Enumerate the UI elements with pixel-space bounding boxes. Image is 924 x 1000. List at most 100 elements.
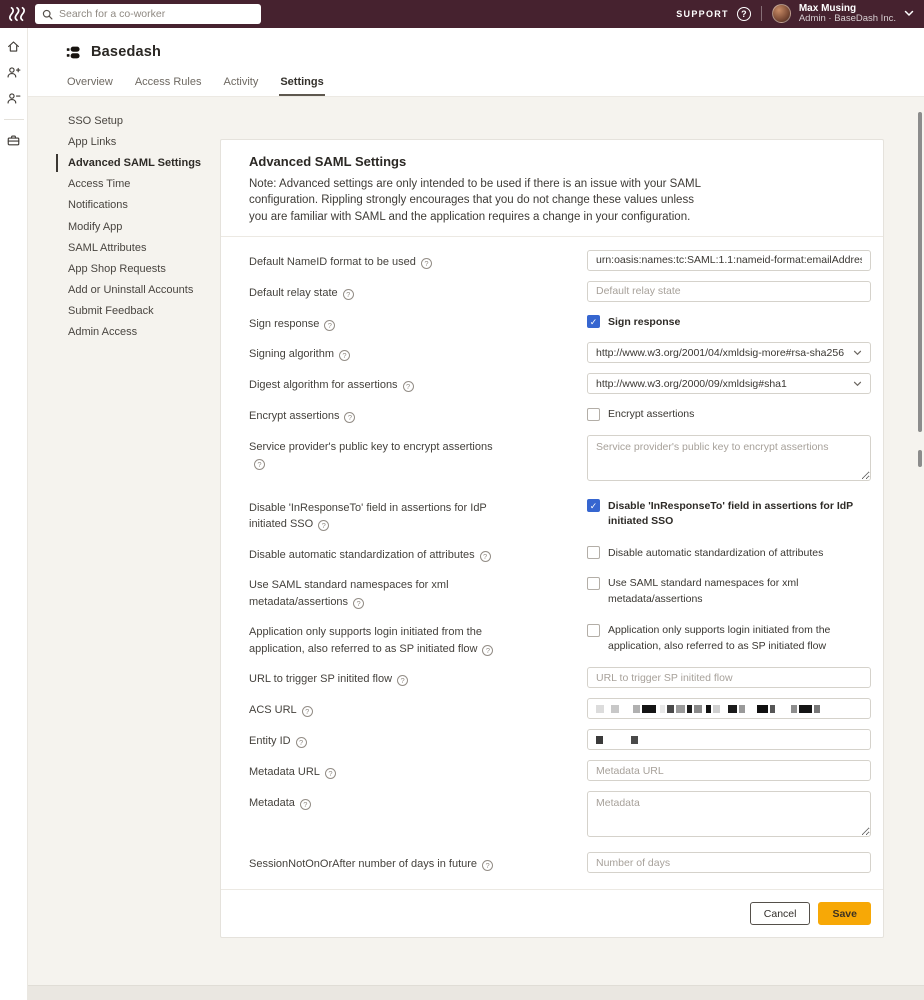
redacted-block [799,705,812,713]
select-dropdown[interactable]: http://www.w3.org/2001/04/xmldsig-more#r… [587,342,871,363]
checkbox[interactable]: ✓ [587,499,600,512]
add-person-icon[interactable] [6,65,21,80]
tab-overview[interactable]: Overview [66,76,114,96]
redacted-block [713,705,720,713]
help-icon[interactable]: ? [343,289,354,300]
sidebar-item-modify-app[interactable]: Modify App [68,216,228,237]
field-label: ACS URL? [249,698,505,719]
divider [761,6,762,21]
help-icon[interactable]: ? [353,598,364,609]
sidebar-item-advanced-saml-settings[interactable]: Advanced SAML Settings [68,152,228,173]
help-icon[interactable]: ? [324,320,335,331]
chevron-down-icon[interactable] [904,10,914,17]
help-icon[interactable]: ? [339,350,350,361]
help-icon[interactable]: ? [300,799,311,810]
sidebar-item-app-links[interactable]: App Links [68,131,228,152]
help-circle-icon[interactable]: ? [737,7,751,21]
checkbox[interactable] [587,408,600,421]
redacted-block [633,705,640,713]
textarea-input[interactable] [587,791,871,837]
redacted-block [660,705,665,713]
form-row: Service provider's public key to encrypt… [249,435,871,486]
help-icon[interactable]: ? [302,706,313,717]
user-avatar[interactable] [772,4,791,23]
coworker-search[interactable] [35,4,261,24]
text-input[interactable] [587,852,871,873]
redacted-value-field[interactable] [587,698,871,719]
sidebar-item-access-time[interactable]: Access Time [68,174,228,195]
help-icon[interactable]: ? [482,645,493,656]
form-row: Metadata URL? [249,760,871,781]
briefcase-icon[interactable] [6,133,21,148]
help-icon[interactable]: ? [318,520,329,531]
sidebar-item-submit-feedback[interactable]: Submit Feedback [68,301,228,322]
form-row: Application only supports login initiate… [249,620,871,657]
basedash-logo-icon [66,45,81,60]
sidebar-item-add-or-uninstall-accounts[interactable]: Add or Uninstall Accounts [68,280,228,301]
vertical-scrollbar-secondary[interactable] [918,450,922,467]
checkbox[interactable] [587,546,600,559]
save-button[interactable]: Save [818,902,871,925]
home-icon[interactable] [6,39,21,54]
help-icon[interactable]: ? [296,737,307,748]
settings-nav: SSO SetupApp LinksAdvanced SAML Settings… [68,110,228,343]
redacted-block [770,705,775,713]
sidebar-item-app-shop-requests[interactable]: App Shop Requests [68,258,228,279]
text-input[interactable] [587,281,871,302]
sidebar-item-admin-access[interactable]: Admin Access [68,322,228,343]
field-label: Entity ID? [249,729,505,750]
select-dropdown[interactable]: http://www.w3.org/2000/09/xmldsig#sha1 [587,373,871,394]
field-control: http://www.w3.org/2001/04/xmldsig-more#r… [587,342,871,363]
text-input[interactable] [587,250,871,271]
redacted-block [757,705,768,713]
help-icon[interactable]: ? [480,551,491,562]
redacted-block [631,736,638,744]
field-label: Use SAML standard namespaces for xml met… [249,573,505,610]
text-input[interactable] [587,760,871,781]
help-icon[interactable]: ? [344,412,355,423]
form-row: Use SAML standard namespaces for xml met… [249,573,871,610]
app-header: Basedash OverviewAccess RulesActivitySet… [28,28,924,97]
rippling-logo-icon[interactable] [8,6,27,22]
redacted-block [687,705,692,713]
help-icon[interactable]: ? [254,459,265,470]
help-icon[interactable]: ? [482,860,493,871]
support-link[interactable]: SUPPORT [676,9,729,19]
checkbox[interactable]: ✓ [587,315,600,328]
checkbox-row: Disable automatic standardization of att… [587,543,871,561]
divider [4,119,24,120]
cancel-button[interactable]: Cancel [750,902,811,925]
field-label-text: Disable 'InResponseTo' field in assertio… [249,502,487,531]
tab-access-rules[interactable]: Access Rules [134,76,203,96]
panel-note: Note: Advanced settings are only intende… [249,176,705,225]
remove-person-icon[interactable] [6,91,21,106]
redacted-value-field[interactable] [587,729,871,750]
sidebar-item-saml-attributes[interactable]: SAML Attributes [68,237,228,258]
checkbox[interactable] [587,624,600,637]
help-icon[interactable]: ? [421,258,432,269]
textarea-input[interactable] [587,435,871,481]
sidebar-item-notifications[interactable]: Notifications [68,195,228,216]
help-icon[interactable]: ? [325,768,336,779]
checkbox[interactable] [587,577,600,590]
sidebar-item-sso-setup[interactable]: SSO Setup [68,110,228,131]
search-input[interactable] [59,8,254,20]
checkbox-row: Application only supports login initiate… [587,620,871,653]
left-rail [0,28,28,1000]
text-input[interactable] [587,667,871,688]
tab-settings[interactable]: Settings [279,76,324,96]
field-control [587,250,871,271]
tab-activity[interactable]: Activity [222,76,259,96]
form-row: Signing algorithm?http://www.w3.org/2001… [249,342,871,363]
redacted-block [791,705,797,713]
divider [221,236,883,237]
help-icon[interactable]: ? [403,381,414,392]
checkbox-label: Disable 'InResponseTo' field in assertio… [608,499,871,529]
help-icon[interactable]: ? [397,675,408,686]
field-control [587,852,871,873]
field-label-text: Entity ID [249,735,291,747]
redacted-block [667,705,674,713]
user-menu[interactable]: Max Musing Admin · BaseDash Inc. [799,3,896,25]
vertical-scrollbar[interactable] [918,112,922,432]
redacted-block [728,705,737,713]
